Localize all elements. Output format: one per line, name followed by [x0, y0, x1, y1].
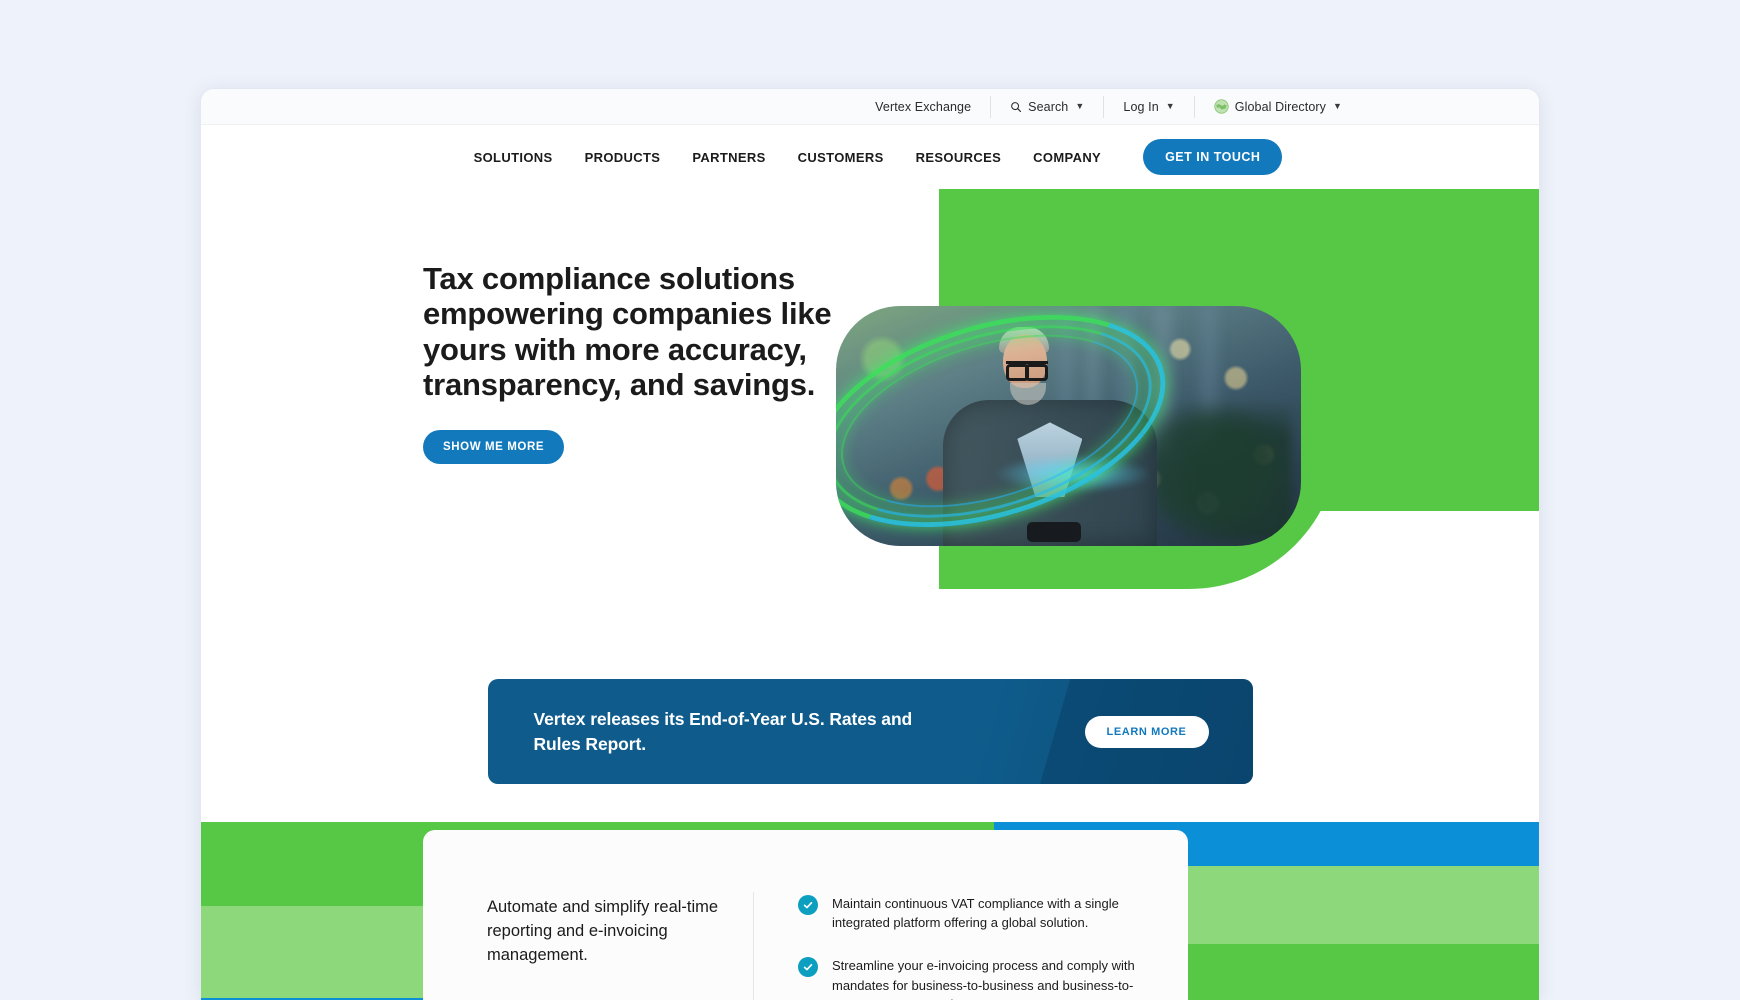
main-navigation: SOLUTIONS PRODUCTS PARTNERS CUSTOMERS RE… [201, 125, 1539, 189]
feature-card: Automate and simplify real-time reportin… [423, 830, 1188, 1000]
nav-item-resources[interactable]: RESOURCES [900, 150, 1018, 165]
utility-item-label: Global Directory [1234, 99, 1326, 114]
utility-item-label: Log In [1123, 99, 1159, 114]
utility-item-search[interactable]: Search ▼ [990, 95, 1103, 118]
feature-bullet-text: Streamline your e-invoicing process and … [832, 958, 1135, 1000]
nav-item-products[interactable]: PRODUCTS [569, 150, 677, 165]
nav-item-partners[interactable]: PARTNERS [676, 150, 781, 165]
feature-bullet-item: Streamline your e-invoicing process and … [798, 956, 1142, 1000]
utility-item-log-in[interactable]: Log In ▼ [1103, 95, 1193, 118]
nav-item-solutions[interactable]: SOLUTIONS [458, 150, 569, 165]
promo-section: Vertex releases its End-of-Year U.S. Rat… [201, 649, 1539, 822]
feature-bullet-text: Maintain continuous VAT compliance with … [832, 896, 1119, 931]
hero-trees [1152, 397, 1292, 542]
check-circle-icon [798, 957, 818, 978]
waves-section: Automate and simplify real-time reportin… [201, 822, 1539, 1000]
feature-card-right-column: Maintain continuous VAT compliance with … [754, 830, 1188, 1000]
promo-headline: Vertex releases its End-of-Year U.S. Rat… [533, 708, 913, 754]
hero-image [836, 306, 1301, 546]
utility-item-label: Vertex Exchange [875, 99, 972, 114]
feature-card-left-column: Automate and simplify real-time reportin… [423, 830, 753, 1000]
utility-bar: Vertex Exchange Search ▼ Log In ▼ Global… [201, 89, 1539, 125]
chevron-down-icon: ▼ [1075, 101, 1085, 111]
hero-man-phone [1026, 521, 1081, 542]
hero-section: Tax compliance solutions empowering comp… [201, 189, 1539, 649]
hero-photo-background [836, 306, 1301, 546]
browser-window: Vertex Exchange Search ▼ Log In ▼ Global… [200, 88, 1540, 1000]
show-me-more-button[interactable]: SHOW ME MORE [423, 430, 565, 465]
chevron-down-icon: ▼ [1332, 101, 1342, 111]
utility-item-label: Search [1028, 99, 1069, 114]
hero-title: Tax compliance solutions empowering comp… [423, 261, 832, 402]
chevron-down-icon: ▼ [1165, 101, 1175, 111]
globe-icon [1214, 99, 1229, 114]
utility-item-vertex-exchange[interactable]: Vertex Exchange [856, 96, 990, 118]
search-icon [1010, 101, 1022, 113]
hero-text-block: Tax compliance solutions empowering comp… [423, 261, 843, 465]
check-circle-icon [798, 895, 818, 915]
get-in-touch-button[interactable]: GET IN TOUCH [1143, 139, 1283, 175]
promo-banner: Vertex releases its End-of-Year U.S. Rat… [487, 679, 1253, 784]
nav-item-customers[interactable]: CUSTOMERS [782, 150, 900, 165]
utility-item-global-directory[interactable]: Global Directory ▼ [1193, 95, 1361, 118]
nav-item-company[interactable]: COMPANY [1017, 150, 1117, 165]
feature-heading: Automate and simplify real-time reportin… [487, 898, 719, 964]
learn-more-button[interactable]: LEARN MORE [1084, 715, 1209, 748]
feature-bullet-item: Maintain continuous VAT compliance with … [798, 894, 1142, 932]
